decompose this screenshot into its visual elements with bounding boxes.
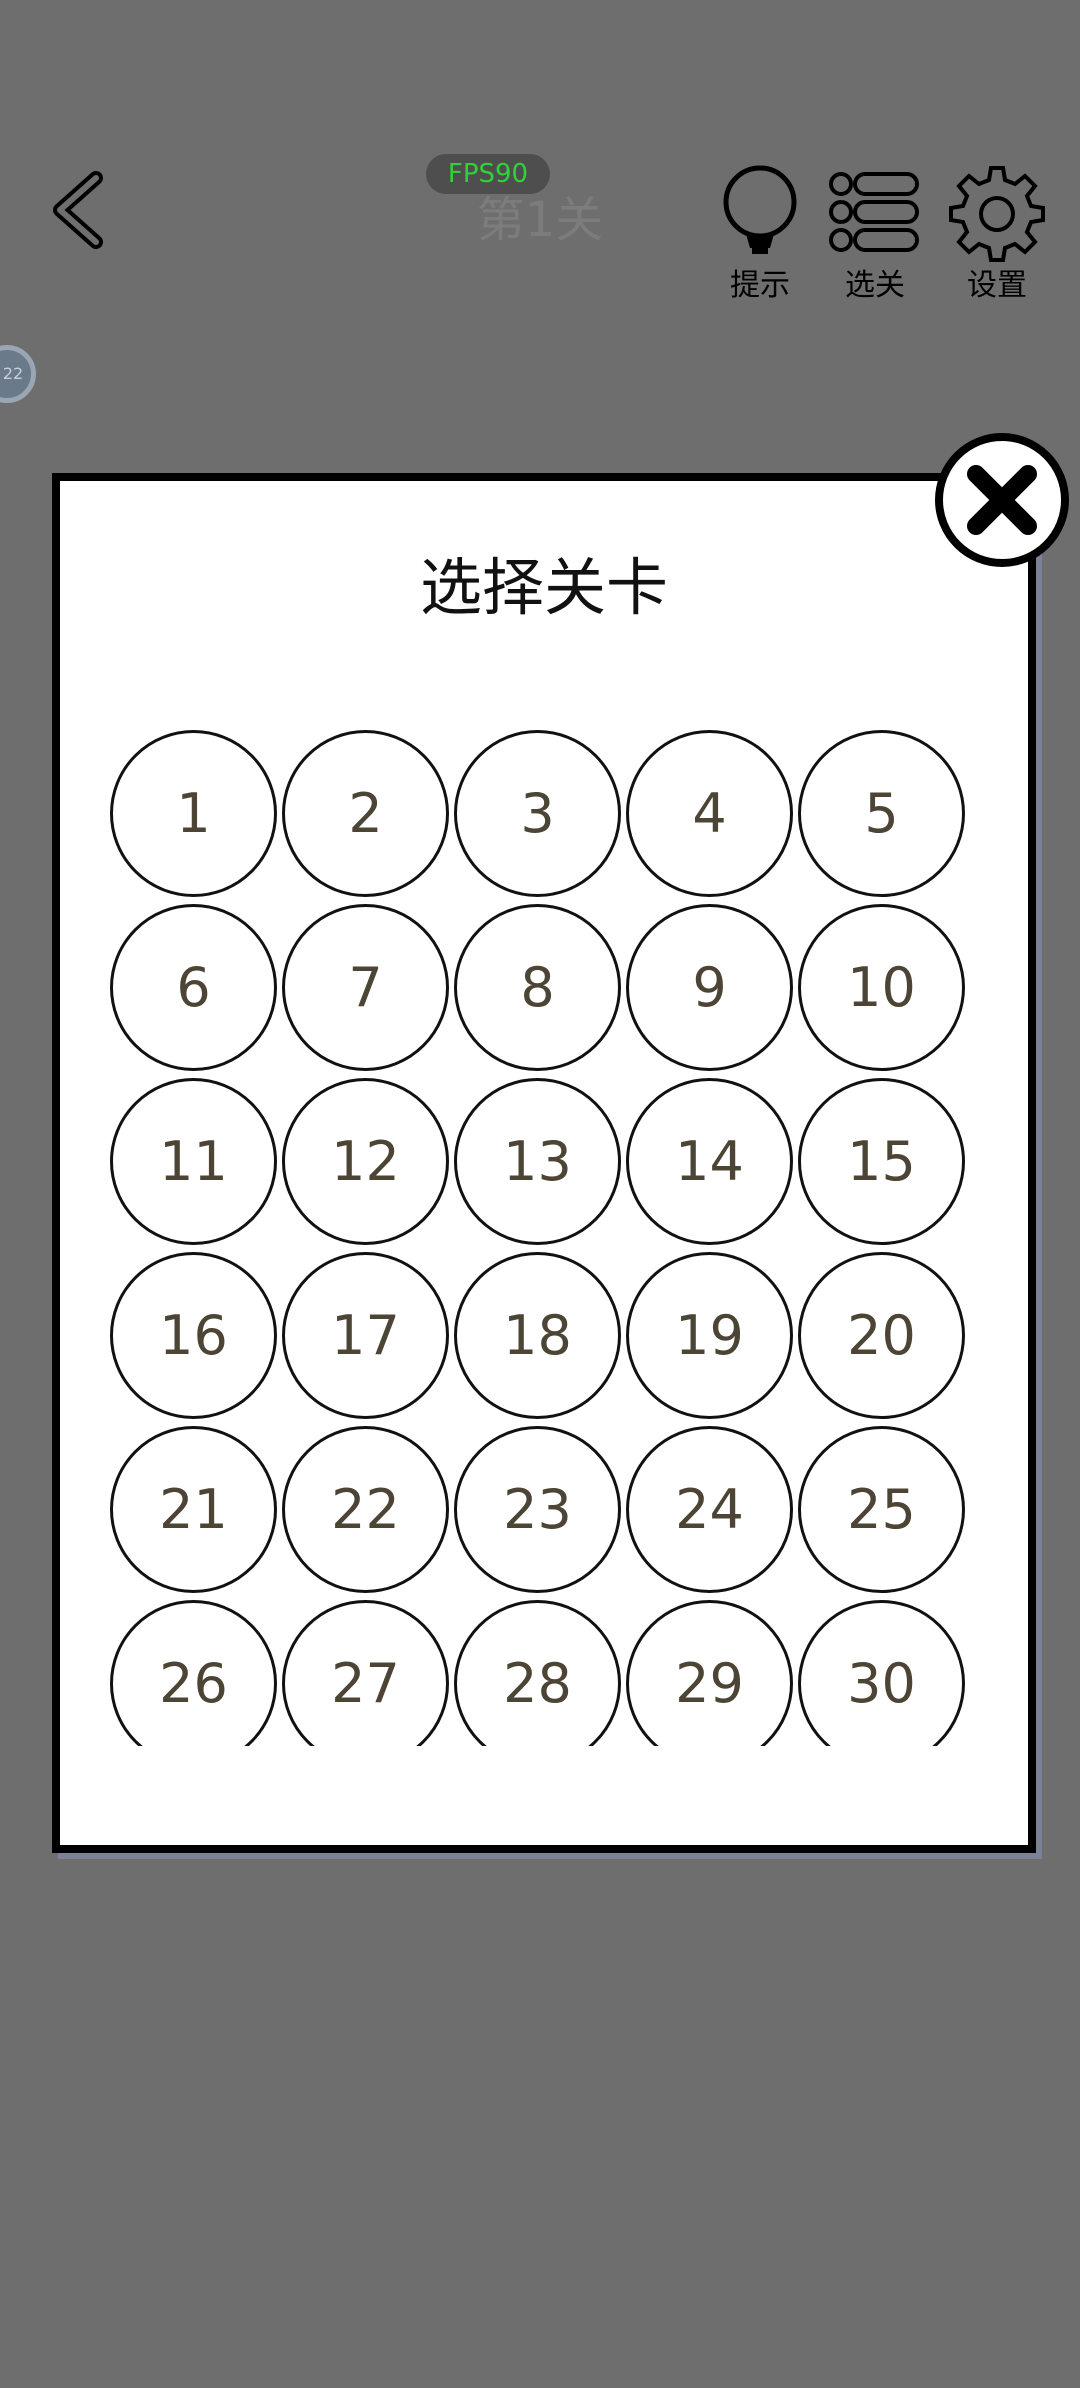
level-button[interactable]: 21 (110, 1426, 277, 1593)
level-button[interactable]: 6 (110, 904, 277, 1071)
lightbulb-icon (723, 165, 797, 254)
level-button[interactable]: 12 (282, 1078, 449, 1245)
level-select-button[interactable]: 选关 (820, 164, 930, 304)
close-icon (967, 465, 1037, 535)
level-button[interactable]: 4 (626, 730, 793, 897)
hint-label: 提示 (730, 268, 790, 303)
level-button[interactable]: 28 (454, 1600, 621, 1746)
game-screen: 第1关 FPS90 提示 选关 设置 22 选择关卡 1 2 3 4 5 6 7… (0, 0, 1080, 2388)
level-button[interactable]: 19 (626, 1252, 793, 1419)
level-button[interactable]: 9 (626, 904, 793, 1071)
level-button[interactable]: 1 (110, 730, 277, 897)
level-button[interactable]: 10 (798, 904, 965, 1071)
level-button[interactable]: 18 (454, 1252, 621, 1419)
level-select-dialog: 选择关卡 1 2 3 4 5 6 7 8 9 10 11 12 13 14 15 16 17 18 19 20 21 22… (52, 473, 1036, 1853)
level-button[interactable]: 8 (454, 904, 621, 1071)
level-button[interactable]: 26 (110, 1600, 277, 1746)
level-button[interactable]: 20 (798, 1252, 965, 1419)
level-button[interactable]: 5 (798, 730, 965, 897)
level-button[interactable]: 14 (626, 1078, 793, 1245)
gear-icon (949, 166, 1045, 262)
close-button[interactable] (935, 433, 1069, 567)
back-button[interactable] (44, 170, 124, 250)
fps-badge: FPS90 (426, 154, 550, 194)
level-button[interactable]: 16 (110, 1252, 277, 1419)
level-select-label: 选关 (845, 268, 905, 303)
level-button[interactable]: 27 (282, 1600, 449, 1746)
level-button[interactable]: 29 (626, 1600, 793, 1746)
level-button[interactable]: 25 (798, 1426, 965, 1593)
level-button[interactable]: 2 (282, 730, 449, 897)
level-button[interactable]: 22 (282, 1426, 449, 1593)
level-button[interactable]: 24 (626, 1426, 793, 1593)
level-button[interactable]: 3 (454, 730, 621, 897)
level-button[interactable]: 15 (798, 1078, 965, 1245)
dialog-title: 选择关卡 (419, 551, 668, 624)
level-grid-viewport[interactable]: 1 2 3 4 5 6 7 8 9 10 11 12 13 14 15 16 17 18 19 20 21 22 23 24 2… (110, 730, 980, 1746)
chevron-left-icon (53, 171, 103, 249)
level-button[interactable]: 7 (282, 904, 449, 1071)
hint-button[interactable]: 提示 (705, 164, 815, 304)
settings-button[interactable]: 设置 (942, 164, 1052, 304)
level-button[interactable]: 17 (282, 1252, 449, 1419)
settings-label: 设置 (967, 268, 1027, 303)
level-grid: 1 2 3 4 5 6 7 8 9 10 11 12 13 14 15 16 17 18 19 20 21 22 23 24 2… (110, 730, 980, 1746)
list-icon (829, 172, 919, 252)
level-button[interactable]: 11 (110, 1078, 277, 1245)
level-button[interactable]: 30 (798, 1600, 965, 1746)
level-button[interactable]: 13 (454, 1078, 621, 1245)
level-button[interactable]: 23 (454, 1426, 621, 1593)
coin-counter: 22 (0, 345, 36, 403)
